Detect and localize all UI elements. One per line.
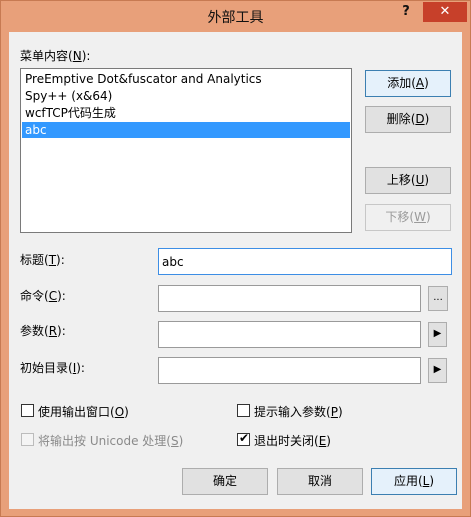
apply-button[interactable]: 应用(L) bbox=[371, 468, 457, 495]
ok-button[interactable]: 确定 bbox=[182, 468, 268, 495]
menu-contents-list[interactable]: PreEmptive Dot&fuscator and Analytics Sp… bbox=[20, 68, 352, 233]
command-input[interactable] bbox=[158, 285, 421, 312]
close-button[interactable]: ✕ bbox=[423, 2, 467, 22]
help-icon[interactable]: ? bbox=[395, 2, 417, 22]
add-button[interactable]: 添加(A) bbox=[365, 70, 451, 97]
close-on-exit-checkbox[interactable]: ✔ bbox=[237, 431, 250, 446]
arguments-menu-arrow-icon[interactable]: ▶ bbox=[428, 322, 447, 347]
list-item-selected[interactable]: abc bbox=[22, 122, 350, 138]
initial-directory-menu-arrow-icon[interactable]: ▶ bbox=[428, 358, 447, 383]
arguments-label: 参数(R): bbox=[20, 324, 66, 338]
external-tools-dialog: 外部工具 ? ✕ 菜单内容(N): PreEmptive Dot&fuscato… bbox=[0, 0, 471, 517]
close-on-exit-label: 退出时关闭(E) bbox=[254, 434, 331, 448]
use-output-window-checkbox[interactable] bbox=[21, 404, 34, 417]
list-item[interactable]: wcfTCP代码生成 bbox=[22, 105, 350, 121]
browse-button[interactable]: ... bbox=[428, 286, 448, 311]
menu-contents-label: 菜单内容(N): bbox=[20, 49, 91, 63]
unicode-output-checkbox[interactable] bbox=[21, 433, 34, 446]
unicode-output-label: 将输出按 Unicode 处理(S) bbox=[38, 434, 184, 448]
prompt-arguments-label: 提示输入参数(P) bbox=[254, 405, 343, 419]
arguments-input[interactable] bbox=[158, 321, 421, 348]
move-down-button[interactable]: 下移(W) bbox=[365, 204, 451, 231]
dialog-client-area: 菜单内容(N): PreEmptive Dot&fuscator and Ana… bbox=[9, 32, 462, 509]
move-up-button[interactable]: 上移(U) bbox=[365, 167, 451, 194]
title-label: 标题(T): bbox=[20, 253, 65, 267]
list-item[interactable]: PreEmptive Dot&fuscator and Analytics bbox=[22, 71, 350, 87]
initial-directory-label: 初始目录(I): bbox=[20, 361, 85, 375]
title-input-value: abc bbox=[162, 255, 184, 269]
prompt-arguments-checkbox[interactable] bbox=[237, 404, 250, 417]
title-input[interactable]: abc bbox=[158, 248, 452, 275]
list-item[interactable]: Spy++ (x&64) bbox=[22, 88, 350, 104]
checkmark-icon: ✔ bbox=[239, 431, 250, 445]
cancel-button[interactable]: 取消 bbox=[277, 468, 363, 495]
use-output-window-label: 使用输出窗口(O) bbox=[38, 405, 129, 419]
command-label: 命令(C): bbox=[20, 289, 66, 303]
delete-button[interactable]: 删除(D) bbox=[365, 106, 451, 133]
initial-directory-input[interactable] bbox=[158, 357, 421, 384]
title-bar[interactable]: 外部工具 ? ✕ bbox=[1, 1, 470, 31]
